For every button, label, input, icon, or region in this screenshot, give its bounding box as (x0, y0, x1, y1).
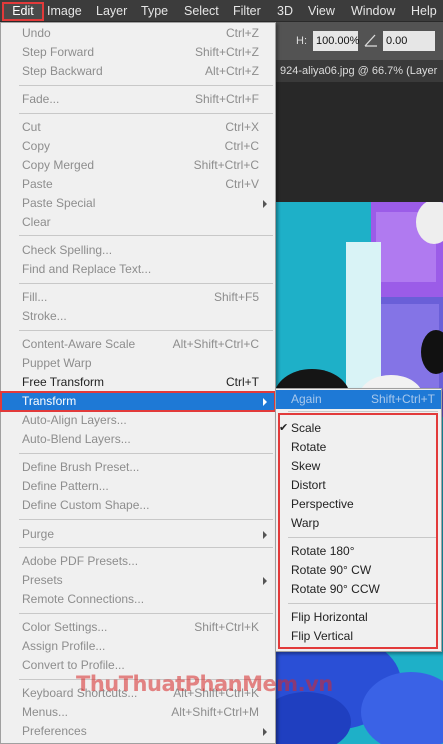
menu-select[interactable]: Select (184, 3, 219, 20)
menu-item-define-custom-shape[interactable]: Define Custom Shape... (1, 496, 275, 515)
submenu-arrow-icon (263, 398, 267, 406)
menu-item-copy-merged[interactable]: Copy Merged Shift+Ctrl+C (1, 156, 275, 175)
menu-item-assign-profile[interactable]: Assign Profile... (1, 637, 275, 656)
menu-item-step-forward[interactable]: Step Forward Shift+Ctrl+Z (1, 43, 275, 62)
angle-input[interactable]: 0.00 (383, 31, 435, 51)
menu-view[interactable]: View (308, 3, 335, 20)
submenu-arrow-icon (263, 577, 267, 585)
menu-item-transform[interactable]: Transform (0, 391, 276, 412)
menu-item-free-transform[interactable]: Free Transform Ctrl+T (1, 373, 275, 392)
menu-item-pdf-presets[interactable]: Adobe PDF Presets... (1, 552, 275, 571)
annotation-highlight-box (278, 413, 438, 649)
transform-submenu: Again Shift+Ctrl+T ✔ Scale Rotate Skew Dis… (275, 388, 442, 652)
menu-bar: Edit Image Layer Type Select Filter 3D V… (0, 0, 443, 22)
menu-separator (19, 235, 273, 236)
menu-item-undo[interactable]: Undo Ctrl+Z (1, 24, 275, 43)
menu-separator (19, 283, 273, 284)
menu-3d[interactable]: 3D (277, 3, 293, 20)
menu-item-clear[interactable]: Clear (1, 213, 275, 232)
menu-separator (19, 453, 273, 454)
document-tab[interactable]: 924-aliya06.jpg @ 66.7% (Layer (276, 60, 443, 82)
menu-item-define-pattern[interactable]: Define Pattern... (1, 477, 275, 496)
menu-separator (288, 411, 438, 412)
menu-item-fade[interactable]: Fade... Shift+Ctrl+F (1, 90, 275, 109)
angle-icon (364, 34, 377, 47)
menu-item-paste[interactable]: Paste Ctrl+V (1, 175, 275, 194)
submenu-arrow-icon (263, 728, 267, 736)
menu-help[interactable]: Help (411, 3, 437, 20)
menu-item-fill[interactable]: Fill... Shift+F5 (1, 288, 275, 307)
options-bar: H: 100.00% 0.00 (276, 22, 443, 60)
submenu-arrow-icon (263, 531, 267, 539)
height-label: H: (296, 35, 307, 47)
menu-item-auto-blend[interactable]: Auto-Blend Layers... (1, 430, 275, 449)
menu-filter[interactable]: Filter (233, 3, 261, 20)
menu-item-color-settings[interactable]: Color Settings... Shift+Ctrl+K (1, 618, 275, 637)
menu-item-copy[interactable]: Copy Ctrl+C (1, 137, 275, 156)
menu-item-content-aware-scale[interactable]: Content-Aware Scale Alt+Shift+Ctrl+C (1, 335, 275, 354)
menu-item-cut[interactable]: Cut Ctrl+X (1, 118, 275, 137)
height-input[interactable]: 100.00% (313, 31, 359, 51)
menu-item-define-brush[interactable]: Define Brush Preset... (1, 458, 275, 477)
menu-type[interactable]: Type (141, 3, 168, 20)
menu-item-presets[interactable]: Presets (1, 571, 275, 590)
menu-edit[interactable]: Edit (2, 2, 44, 21)
menu-item-find-replace[interactable]: Find and Replace Text... (1, 260, 275, 279)
edit-menu: Undo Ctrl+Z Step Forward Shift+Ctrl+Z Step… (0, 22, 276, 744)
menu-layer[interactable]: Layer (96, 3, 127, 20)
menu-item-stroke[interactable]: Stroke... (1, 307, 275, 326)
menu-item-puppet-warp[interactable]: Puppet Warp (1, 354, 275, 373)
menu-item-remote-connections[interactable]: Remote Connections... (1, 590, 275, 609)
menu-separator (19, 519, 273, 520)
menu-separator (19, 613, 273, 614)
menu-separator (19, 113, 273, 114)
menu-item-paste-special[interactable]: Paste Special (1, 194, 275, 213)
menu-item-purge[interactable]: Purge (1, 525, 275, 544)
menu-separator (19, 85, 273, 86)
submenu-item-again[interactable]: Again Shift+Ctrl+T (276, 390, 441, 409)
menu-item-check-spelling[interactable]: Check Spelling... (1, 241, 275, 260)
menu-item-auto-align[interactable]: Auto-Align Layers... (1, 411, 275, 430)
submenu-arrow-icon (263, 200, 267, 208)
menu-separator (19, 330, 273, 331)
menu-separator (19, 547, 273, 548)
menu-item-menus[interactable]: Menus... Alt+Shift+Ctrl+M (1, 703, 275, 722)
menu-image[interactable]: Image (47, 3, 82, 20)
watermark: ThuThuatPhanMem.vn (76, 672, 333, 696)
menu-item-preferences[interactable]: Preferences (1, 722, 275, 741)
menu-item-step-backward[interactable]: Step Backward Alt+Ctrl+Z (1, 62, 275, 81)
menu-window[interactable]: Window (351, 3, 395, 20)
